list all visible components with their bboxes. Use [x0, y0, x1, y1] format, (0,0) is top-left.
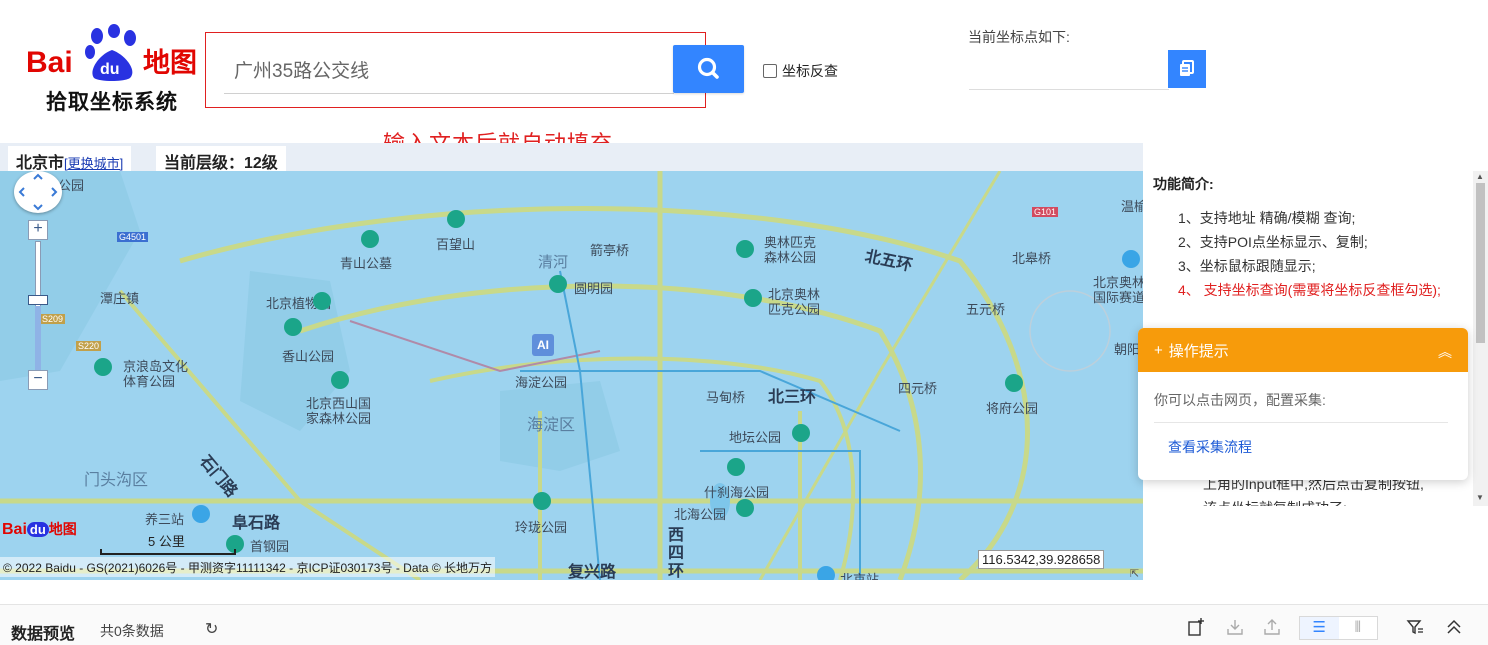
coord-output-input[interactable]	[969, 50, 1169, 90]
cursor-coordinate: 116.5342,39.928658	[978, 550, 1105, 569]
logo-ditu-text: 地图	[143, 48, 197, 78]
divider	[1154, 422, 1448, 423]
paw-icon: du	[85, 24, 136, 81]
scale-bar	[100, 549, 236, 555]
logo-bai-text: Bai	[26, 46, 73, 79]
panel-title: 功能简介:	[1153, 176, 1214, 192]
park-markers	[94, 210, 1140, 580]
search-button[interactable]	[673, 45, 744, 93]
operation-tip-popup: + 操作提示 ︽ 你可以点击网页，配置采集: 查看采集流程	[1138, 328, 1468, 480]
add-column-icon[interactable]	[1186, 617, 1206, 637]
data-count: 共0条数据	[100, 623, 164, 639]
data-preview-title: 数据预览	[11, 626, 76, 643]
view-toggle: ☰ ⦀	[1299, 616, 1378, 640]
panel-text: 该点坐标就复制成功了;	[1203, 498, 1347, 506]
zoom-slider-handle[interactable]	[28, 295, 48, 305]
current-city: 北京市[更换城市]	[8, 146, 132, 172]
list-view-icon[interactable]: ☰	[1300, 617, 1339, 639]
change-city-link[interactable]: [更换城市]	[64, 156, 123, 171]
zoom-slider-fill	[35, 306, 41, 377]
scale-label: 5 公里	[148, 534, 185, 549]
highway-tag: S220	[76, 341, 102, 351]
road-west-4th-ring: 西四环	[668, 527, 685, 580]
highway-tag: G4501	[117, 232, 149, 242]
collapse-icon[interactable]: ︽	[1438, 342, 1452, 362]
popup-body: 你可以点击网页，配置采集:	[1154, 392, 1326, 408]
map-baidu-logo: Bai du 地图	[2, 521, 77, 538]
expand-up-icon[interactable]	[1444, 617, 1464, 637]
zoom-in-button[interactable]: +	[28, 220, 48, 240]
checkbox-box[interactable]	[763, 64, 777, 78]
panel-scrollbar[interactable]: ▲ ▼	[1473, 171, 1488, 506]
map-copyright: © 2022 Baidu - GS(2021)6026号 - 甲测资字11111…	[0, 557, 496, 577]
feature-item: 3、坐标鼠标跟随显示;	[1178, 258, 1316, 274]
view-flow-link[interactable]: 查看采集流程	[1168, 437, 1252, 457]
road-north-3rd-ring: 北三环	[768, 389, 817, 406]
import-icon[interactable]	[1225, 617, 1245, 637]
pan-control[interactable]	[14, 171, 62, 213]
highway-tag: G101	[1032, 207, 1059, 217]
feature-item: 1、支持地址 精确/模糊 查询;	[1178, 210, 1356, 226]
copy-icon	[1180, 60, 1194, 76]
coord-label: 当前坐标点如下:	[968, 29, 1070, 45]
baidu-map-logo[interactable]: Bai du 地图 拾取坐标系统	[26, 24, 202, 114]
popup-header[interactable]: + 操作提示	[1138, 328, 1468, 372]
road-fuxing: 复兴路	[568, 564, 617, 580]
copy-button[interactable]	[1168, 50, 1206, 88]
search-input[interactable]	[224, 46, 674, 94]
pan-arrows-icon	[18, 173, 58, 211]
export-icon[interactable]	[1262, 617, 1282, 637]
scroll-down-icon[interactable]: ▼	[1476, 493, 1484, 502]
feature-item: 2、支持POI点坐标显示、复制;	[1178, 234, 1368, 250]
reverse-lookup-checkbox[interactable]: 坐标反查	[763, 61, 838, 81]
plus-icon: +	[1154, 341, 1163, 359]
road-fushi: 阜石路	[232, 515, 281, 532]
map-canvas[interactable]: 奥林匹克 森林公园 百望山 青山公墓 清河 圆明园 北京植物园 北京奥林 匹克公园 …	[0, 171, 1143, 580]
reverse-lookup-label: 坐标反查	[782, 63, 838, 79]
resize-handle-icon[interactable]: ⇱	[1130, 567, 1139, 580]
ai-marker-icon[interactable]: AI	[532, 334, 554, 356]
logo-du-text: du	[100, 61, 120, 78]
highway-tag: S209	[40, 314, 66, 324]
city-name: 北京市	[16, 155, 65, 172]
data-preview-bar: 数据预览 共0条数据 ↻ ☰ ⦀	[0, 604, 1488, 645]
scroll-up-icon[interactable]: ▲	[1476, 172, 1484, 181]
refresh-icon[interactable]: ↻	[205, 619, 218, 639]
page: Bai du 地图 拾取坐标系统 坐标反查 输入文本后就自动填充 当前坐标点如下…	[0, 0, 1488, 645]
zoom-level-display: 当前层级：12级	[156, 146, 286, 172]
column-view-icon[interactable]: ⦀	[1339, 617, 1378, 639]
popup-title: 操作提示	[1168, 342, 1229, 360]
logo-subtitle: 拾取坐标系统	[46, 91, 178, 114]
feature-item-highlight: 4、 支持坐标查询(需要将坐标反查框勾选);	[1178, 282, 1441, 298]
search-icon	[697, 57, 719, 79]
filter-icon[interactable]	[1405, 617, 1425, 637]
zoom-out-button[interactable]: −	[28, 370, 48, 390]
scrollbar-thumb[interactable]	[1476, 183, 1485, 343]
